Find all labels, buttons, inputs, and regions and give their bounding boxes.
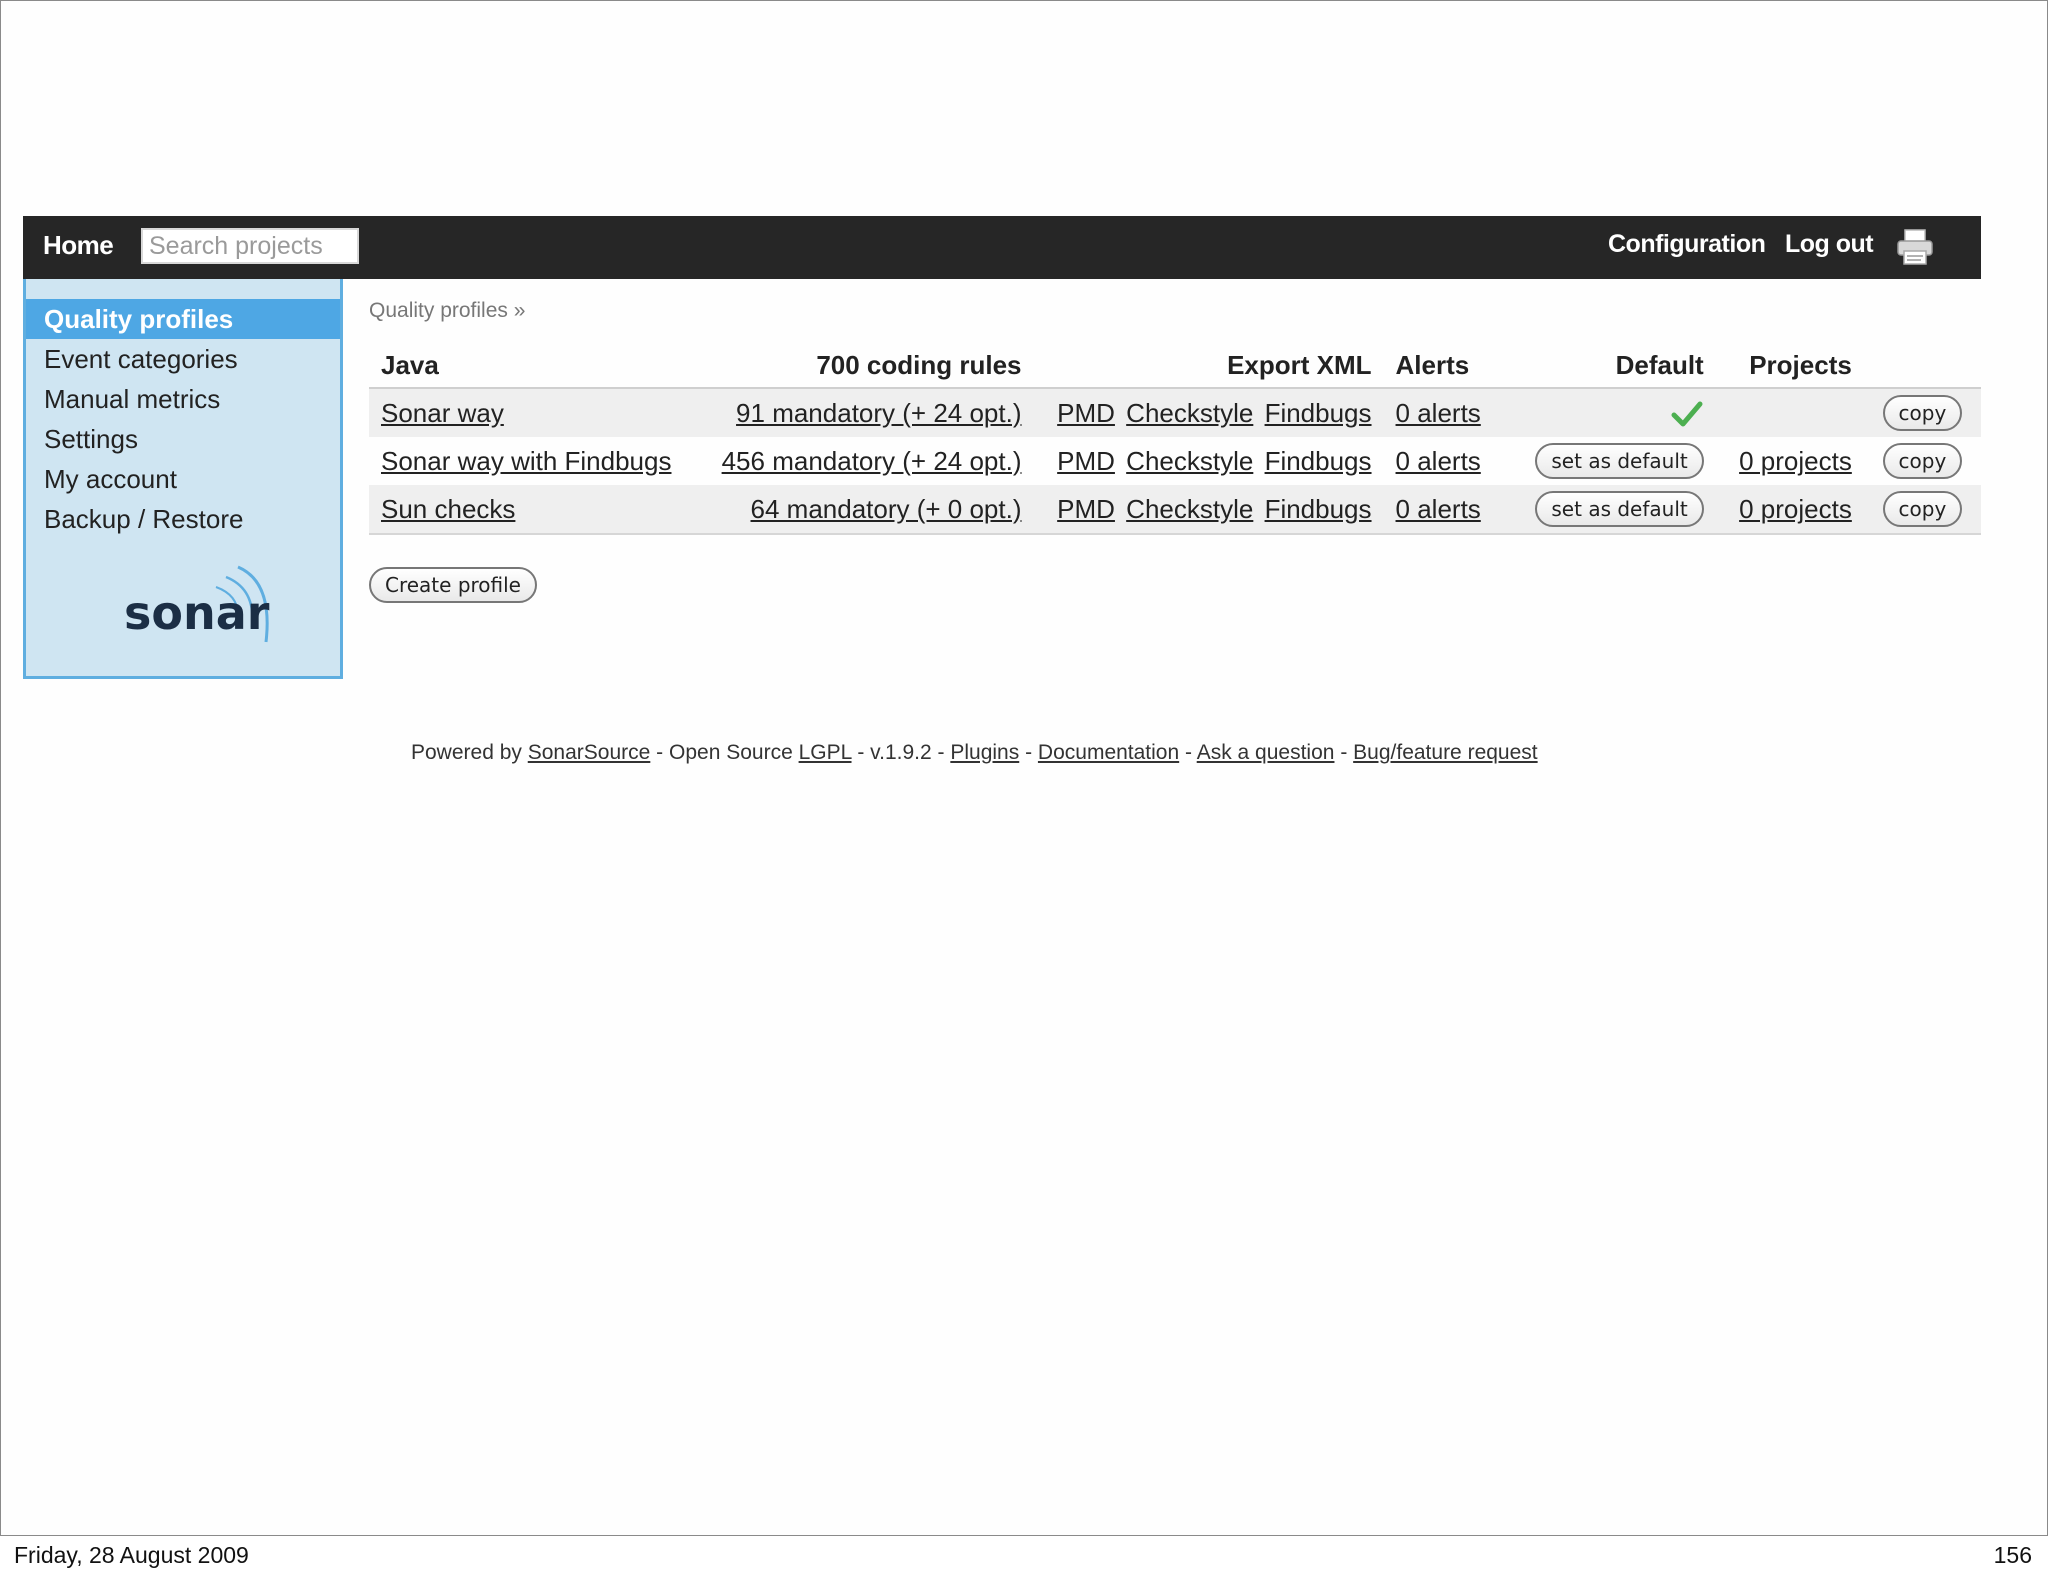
configuration-link[interactable]: Configuration bbox=[1608, 230, 1766, 259]
sidebar: Quality profiles Event categories Manual… bbox=[23, 279, 343, 679]
slide-date: Friday, 28 August 2009 bbox=[14, 1542, 249, 1568]
sidebar-item-manual-metrics[interactable]: Manual metrics bbox=[26, 379, 340, 419]
footer-lgpl-link[interactable]: LGPL bbox=[799, 741, 852, 764]
export-checkstyle-link[interactable]: Checkstyle bbox=[1126, 398, 1253, 428]
set-as-default-button[interactable]: set as default bbox=[1535, 443, 1704, 479]
profile-name-link[interactable]: Sonar way bbox=[381, 398, 504, 428]
check-icon bbox=[1671, 401, 1703, 427]
rules-link[interactable]: 91 mandatory (+ 24 opt.) bbox=[736, 398, 1021, 428]
export-pmd-link[interactable]: PMD bbox=[1057, 398, 1115, 428]
table-row: Sonar way 91 mandatory (+ 24 opt.) PMD C… bbox=[369, 388, 1981, 437]
profiles-table: Java 700 coding rules Export XML Alerts … bbox=[369, 343, 1981, 535]
sonar-logo: sonar bbox=[124, 565, 270, 643]
footer-separator: - bbox=[1025, 741, 1033, 764]
export-findbugs-link[interactable]: Findbugs bbox=[1265, 494, 1372, 524]
sidebar-item-my-account[interactable]: My account bbox=[26, 459, 340, 499]
slide-footer: Friday, 28 August 2009 156 bbox=[0, 1536, 2048, 1576]
header-coding-rules: 700 coding rules bbox=[689, 343, 1034, 389]
table-header-row: Java 700 coding rules Export XML Alerts … bbox=[369, 343, 1981, 389]
export-findbugs-link[interactable]: Findbugs bbox=[1265, 398, 1372, 428]
header-export-xml: Export XML bbox=[1033, 343, 1384, 389]
footer-separator: - bbox=[1185, 741, 1193, 764]
table-row: Sonar way with Findbugs 456 mandatory (+… bbox=[369, 437, 1981, 485]
breadcrumb: Quality profiles » bbox=[369, 299, 526, 322]
sidebar-item-event-categories[interactable]: Event categories bbox=[26, 339, 340, 379]
footer-powered-by: Powered by bbox=[411, 741, 522, 764]
export-checkstyle-link[interactable]: Checkstyle bbox=[1126, 494, 1253, 524]
alerts-link[interactable]: 0 alerts bbox=[1396, 446, 1481, 476]
footer-separator: - bbox=[1340, 741, 1348, 764]
sonar-logo-text: sonar bbox=[124, 586, 270, 640]
profile-name-link[interactable]: Sun checks bbox=[381, 494, 515, 524]
header-language: Java bbox=[369, 343, 690, 389]
profile-name-link[interactable]: Sonar way with Findbugs bbox=[381, 446, 671, 476]
footer-sonarsource-link[interactable]: SonarSource bbox=[528, 741, 651, 764]
copy-button[interactable]: copy bbox=[1882, 395, 1963, 431]
slide-page-number: 156 bbox=[1993, 1542, 2032, 1568]
sidebar-item-backup-restore[interactable]: Backup / Restore bbox=[26, 499, 340, 539]
copy-button[interactable]: copy bbox=[1882, 491, 1963, 527]
slide: Home Configuration Log out Quality profi… bbox=[0, 0, 2048, 1536]
projects-link[interactable]: 0 projects bbox=[1739, 494, 1852, 524]
copy-button[interactable]: copy bbox=[1882, 443, 1963, 479]
header-actions bbox=[1863, 343, 1981, 389]
header-projects: Projects bbox=[1715, 343, 1864, 389]
table-row: Sun checks 64 mandatory (+ 0 opt.) PMD C… bbox=[369, 485, 1981, 535]
export-pmd-link[interactable]: PMD bbox=[1057, 446, 1115, 476]
create-profile-button[interactable]: Create profile bbox=[369, 567, 537, 603]
rules-link[interactable]: 456 mandatory (+ 24 opt.) bbox=[722, 446, 1022, 476]
projects-link[interactable]: 0 projects bbox=[1739, 446, 1852, 476]
header-alerts: Alerts bbox=[1383, 343, 1510, 389]
footer-ask-question-link[interactable]: Ask a question bbox=[1197, 741, 1335, 764]
logout-link[interactable]: Log out bbox=[1785, 230, 1874, 259]
alerts-link[interactable]: 0 alerts bbox=[1396, 494, 1481, 524]
set-as-default-button[interactable]: set as default bbox=[1535, 491, 1704, 527]
sidebar-item-settings[interactable]: Settings bbox=[26, 419, 340, 459]
home-link[interactable]: Home bbox=[43, 230, 114, 261]
footer-plugins-link[interactable]: Plugins bbox=[950, 741, 1019, 764]
footer-version: - v.1.9.2 - bbox=[857, 741, 945, 764]
footer-open-source: - Open Source bbox=[656, 741, 793, 764]
export-pmd-link[interactable]: PMD bbox=[1057, 494, 1115, 524]
page-footer: Powered by SonarSource - Open Source LGP… bbox=[411, 741, 1538, 765]
export-findbugs-link[interactable]: Findbugs bbox=[1265, 446, 1372, 476]
top-nav-bar: Home Configuration Log out bbox=[23, 216, 1981, 279]
header-default: Default bbox=[1509, 343, 1716, 389]
alerts-link[interactable]: 0 alerts bbox=[1396, 398, 1481, 428]
footer-bug-request-link[interactable]: Bug/feature request bbox=[1353, 741, 1537, 764]
printer-icon[interactable] bbox=[1895, 228, 1935, 266]
export-checkstyle-link[interactable]: Checkstyle bbox=[1126, 446, 1253, 476]
rules-link[interactable]: 64 mandatory (+ 0 opt.) bbox=[751, 494, 1022, 524]
footer-documentation-link[interactable]: Documentation bbox=[1038, 741, 1179, 764]
search-input[interactable] bbox=[141, 228, 359, 264]
sidebar-item-quality-profiles[interactable]: Quality profiles bbox=[26, 299, 340, 339]
